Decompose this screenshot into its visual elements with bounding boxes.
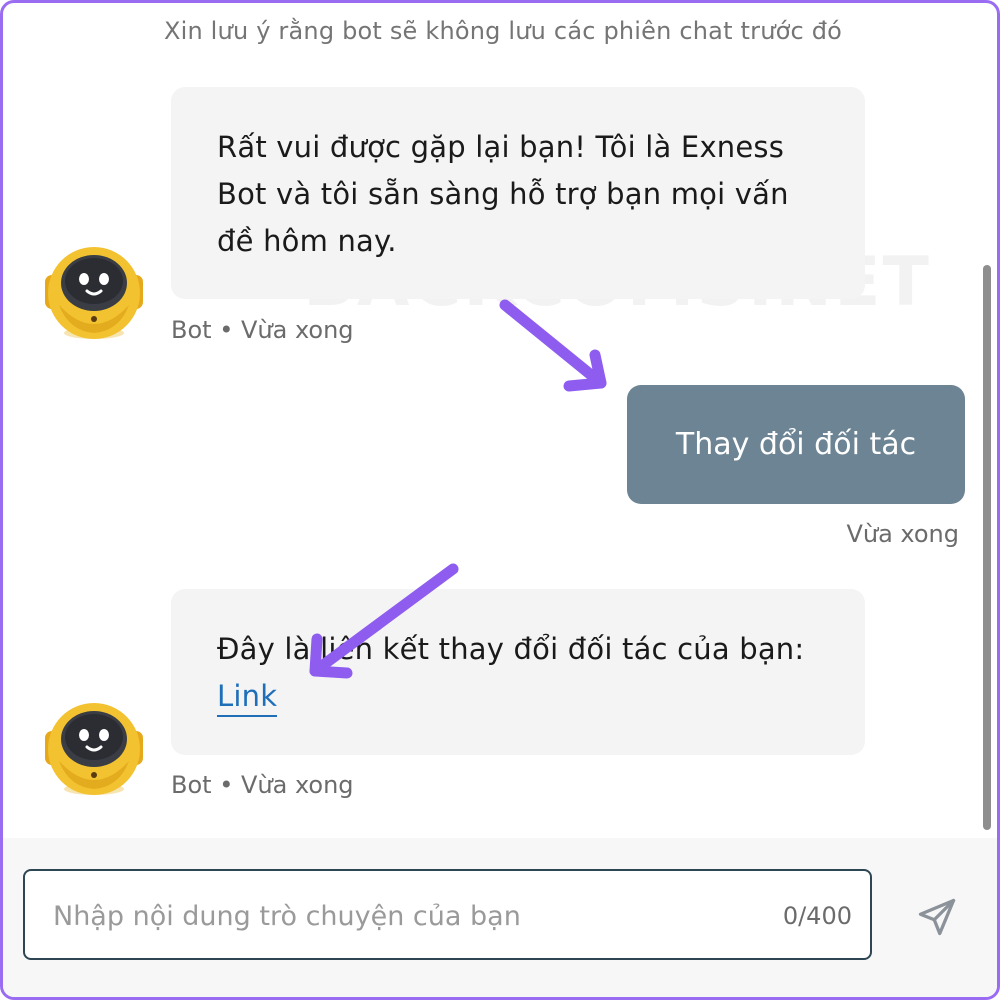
bot-message-line: Rất vui được gặp lại bạn! Tôi là Exness [217,130,785,164]
paper-plane-send-icon [918,898,956,936]
bot-message-line: đề hôm nay. [217,224,397,258]
user-message-bubble: Thay đổi đối tác [627,385,965,504]
user-message-meta: Vừa xong [846,520,959,548]
bot-message-line: Đây là liên kết thay đổi đối tác của bạn… [217,632,805,666]
chat-scrollbar[interactable] [983,265,991,830]
chat-window: Xin lưu ý rằng bot sẽ không lưu các phiê… [0,0,1000,1000]
robot-avatar-icon [45,703,143,795]
user-message-text: Thay đổi đối tác [675,427,917,462]
send-button[interactable] [909,889,965,945]
bot-message-text: Đây là liên kết thay đổi đối tác của bạn… [217,626,847,720]
char-counter: 0/400 [782,902,852,930]
bot-message-line: Bot và tôi sẵn sàng hỗ trợ bạn mọi vấn [217,177,789,211]
bot-message-text: Rất vui được gặp lại bạn! Tôi là Exness … [217,124,837,265]
message-input[interactable] [51,889,745,943]
bot-message-meta: Bot • Vừa xong [171,316,354,344]
partner-change-link[interactable]: Link [217,679,278,717]
message-input-box[interactable]: 0/400 [23,869,872,960]
bot-message-meta: Bot • Vừa xong [171,771,354,799]
history-notice: Xin lưu ý rằng bot sẽ không lưu các phiê… [163,17,843,45]
robot-avatar-icon [45,247,143,339]
